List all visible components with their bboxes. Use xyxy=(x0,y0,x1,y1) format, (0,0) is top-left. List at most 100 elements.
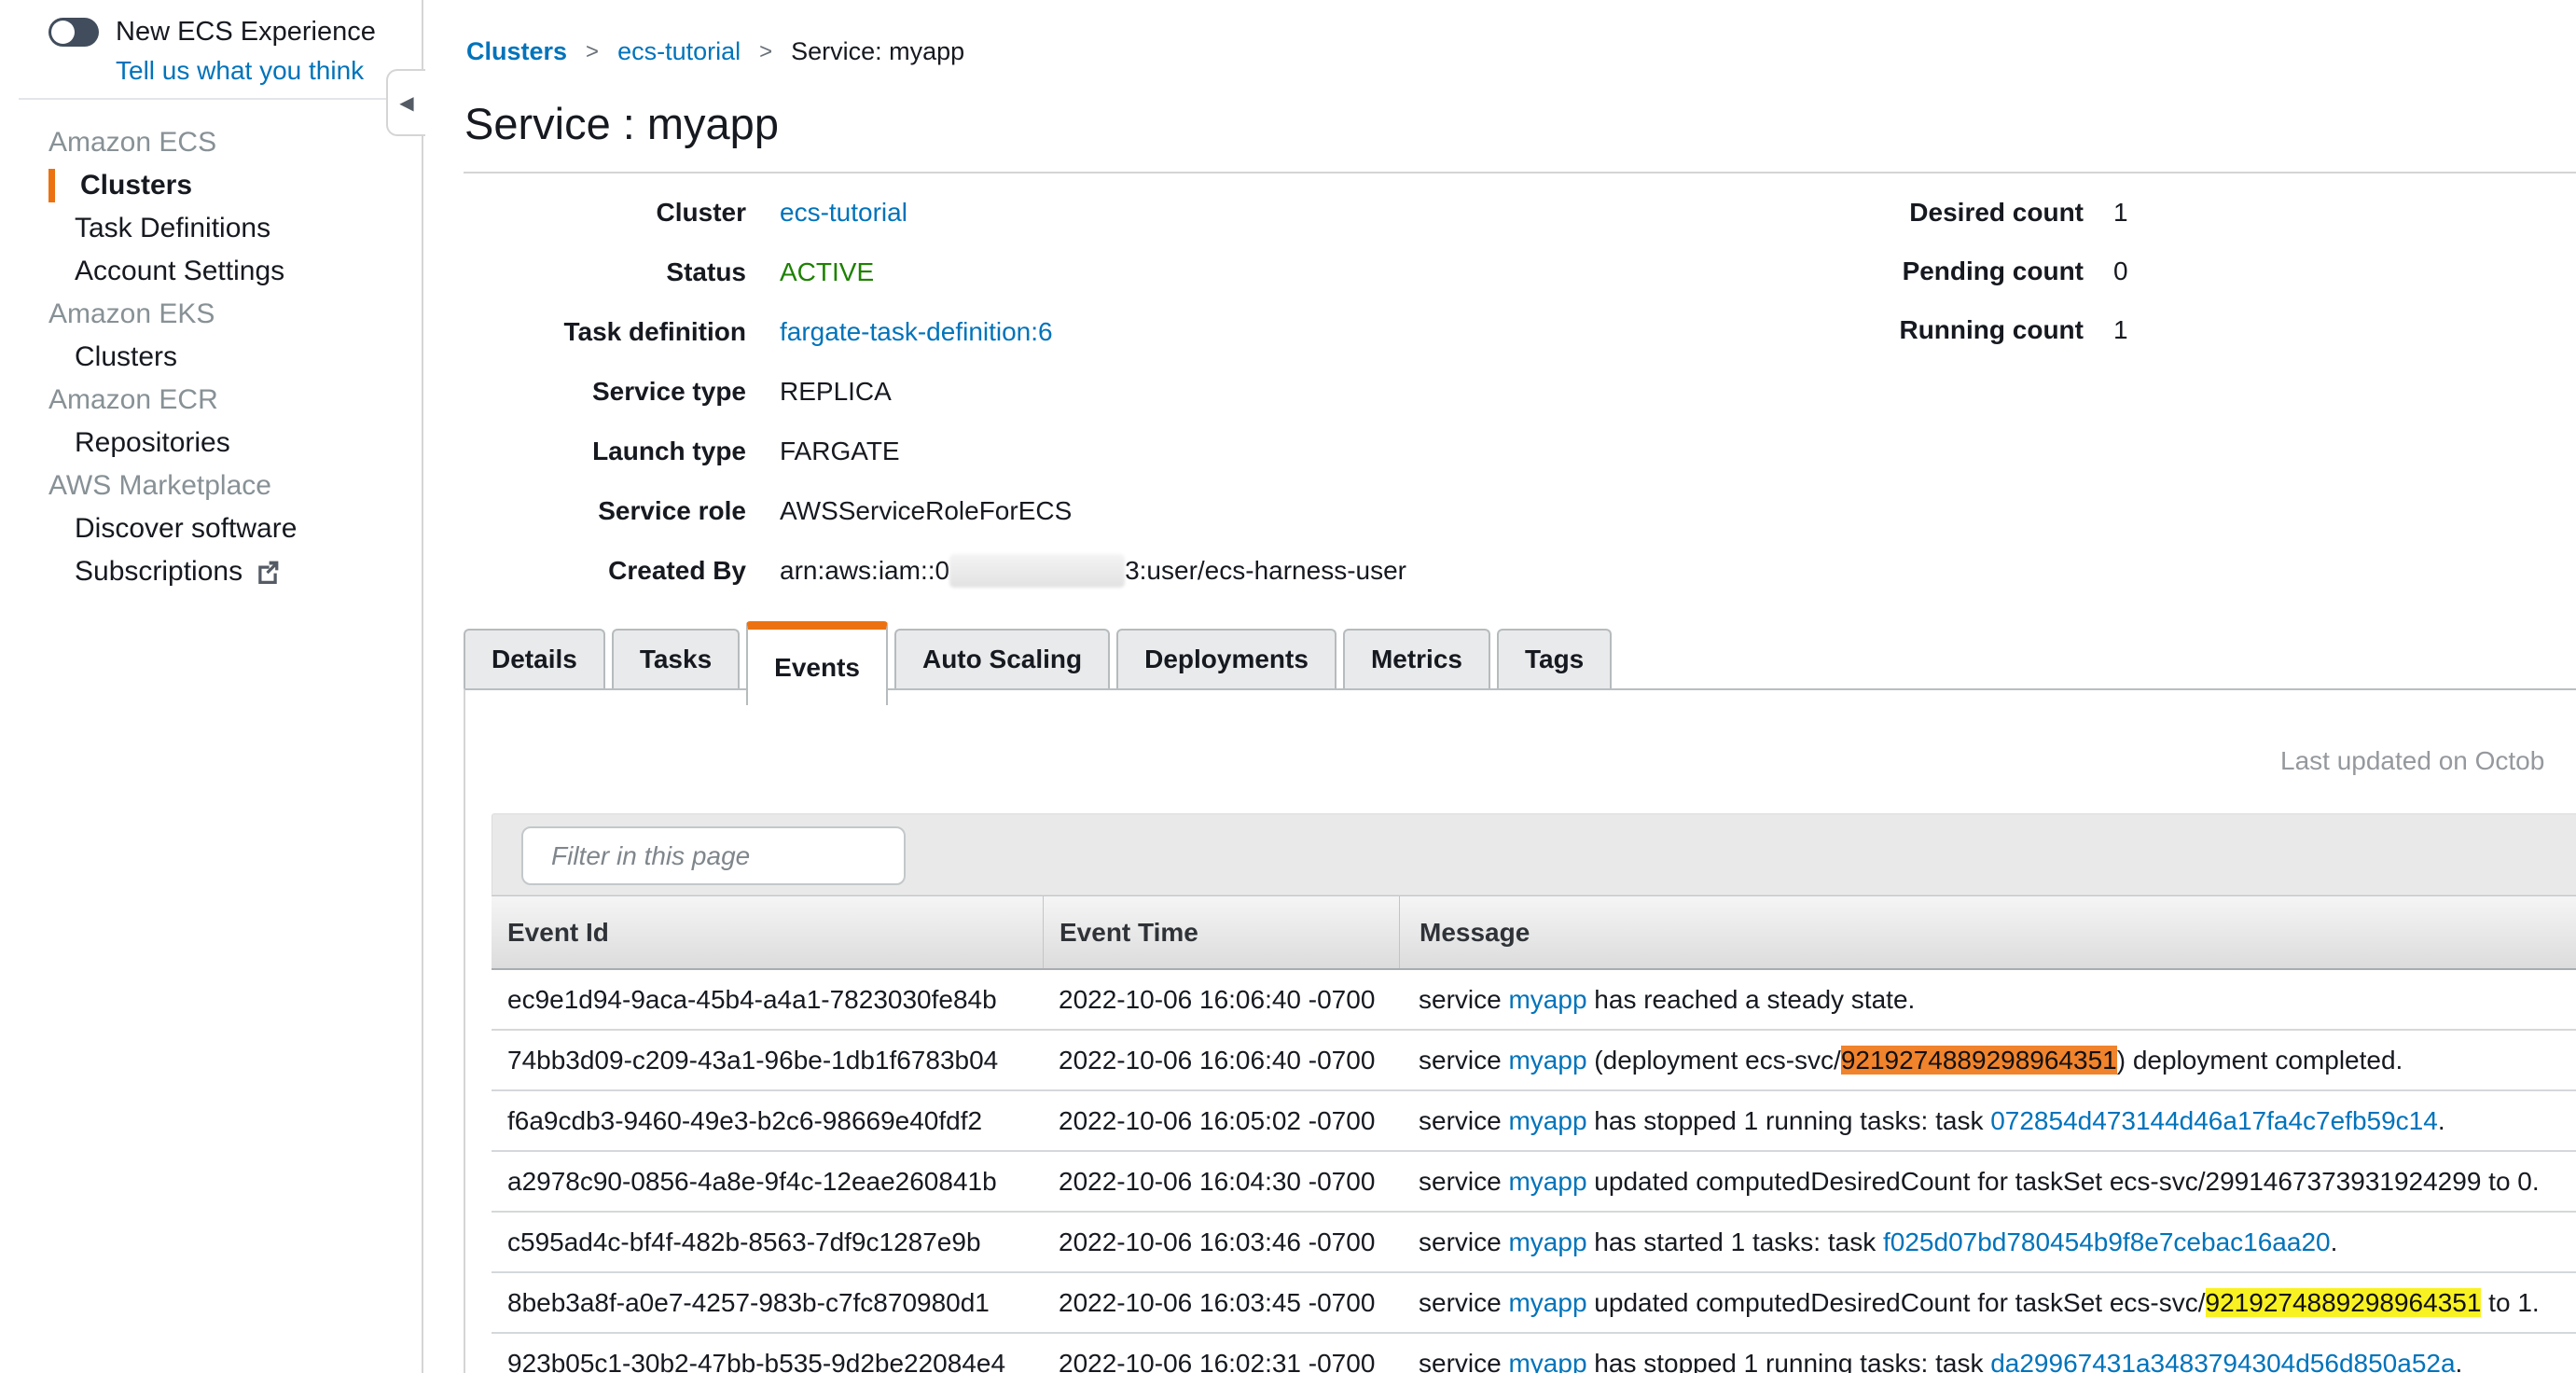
external-link-icon xyxy=(256,560,280,584)
event-table-row: a2978c90-0856-4a8e-9f4c-12eae260841b2022… xyxy=(492,1152,2576,1213)
events-table: Event Id Event Time Message ec9e1d94-9ac… xyxy=(492,895,2576,1373)
event-time-cell: 2022-10-06 16:05:02 -0700 xyxy=(1043,1106,1399,1136)
detail-label: Launch type xyxy=(425,437,746,466)
message-link[interactable]: f025d07bd780454b9f8e7cebac16aa20 xyxy=(1883,1227,2331,1256)
event-id-cell: 74bb3d09-c209-43a1-96be-1db1f6783b04 xyxy=(492,1046,1043,1075)
message-link[interactable]: myapp xyxy=(1508,1167,1586,1196)
sidebar-item-clusters[interactable]: Clusters xyxy=(0,164,422,207)
event-id-cell: f6a9cdb3-9460-49e3-b2c6-98669e40fdf2 xyxy=(492,1106,1043,1136)
event-time-cell: 2022-10-06 16:04:30 -0700 xyxy=(1043,1167,1399,1197)
sidebar-collapse-button[interactable]: ◀ xyxy=(386,69,425,136)
detail-value-status: ACTIVE xyxy=(780,257,874,287)
stat-label: Running count xyxy=(1809,315,2084,345)
detail-row: Task definition fargate-task-definition:6 xyxy=(425,302,1731,362)
sidebar-nav: Amazon ECSClustersTask DefinitionsAccoun… xyxy=(0,121,422,593)
sidebar-item-clusters[interactable]: Clusters xyxy=(0,336,422,379)
message-text: . xyxy=(2438,1106,2445,1135)
sidebar-item-repositories[interactable]: Repositories xyxy=(0,422,422,465)
detail-label: Task definition xyxy=(425,317,746,347)
event-time-cell: 2022-10-06 16:06:40 -0700 xyxy=(1043,985,1399,1015)
column-header-event-time[interactable]: Event Time xyxy=(1043,896,1399,968)
new-ecs-experience-toggle[interactable] xyxy=(48,18,99,47)
detail-value-task-definition[interactable]: fargate-task-definition:6 xyxy=(780,317,1053,347)
detail-value-launch-type: FARGATE xyxy=(780,437,900,466)
created-by-suffix: 3:user/ecs-harness-user xyxy=(1125,556,1406,585)
message-text: has reached a steady state. xyxy=(1587,985,1916,1014)
message-highlight: 9219274889298964351 xyxy=(2206,1288,2482,1317)
filter-panel xyxy=(492,813,2576,895)
sidebar-item-label: Task Definitions xyxy=(75,207,270,250)
message-text: has started 1 tasks: task xyxy=(1587,1227,1883,1256)
event-message-cell: service myapp has reached a steady state… xyxy=(1399,985,2576,1015)
event-table-row: 8beb3a8f-a0e7-4257-983b-c7fc870980d12022… xyxy=(492,1273,2576,1334)
created-by-prefix: arn:aws:iam::0 xyxy=(780,556,949,585)
filter-input[interactable] xyxy=(551,841,892,871)
detail-label: Cluster xyxy=(425,198,746,228)
event-table-row: 923b05c1-30b2-47bb-b535-9d2be22084e42022… xyxy=(492,1334,2576,1373)
detail-row: Cluster ecs-tutorial xyxy=(425,183,1731,243)
breadcrumb-link[interactable]: Clusters xyxy=(466,37,567,66)
sidebar-section-header: Amazon EKS xyxy=(0,293,422,336)
stat-label: Pending count xyxy=(1809,257,2084,286)
sidebar-item-label: Repositories xyxy=(75,422,230,465)
breadcrumb-separator-icon: > xyxy=(586,39,599,65)
message-text: ) deployment completed. xyxy=(2117,1046,2403,1075)
detail-row: Service typeREPLICA xyxy=(425,362,1731,422)
toggle-knob-icon xyxy=(51,21,75,44)
stat-row: Pending count0 xyxy=(1809,242,2462,300)
message-link[interactable]: myapp xyxy=(1508,1046,1586,1075)
message-text: . xyxy=(2331,1227,2338,1256)
message-text: (deployment ecs-svc/ xyxy=(1587,1046,1841,1075)
message-text: has stopped 1 running tasks: task xyxy=(1587,1106,1991,1135)
breadcrumb-link[interactable]: ecs-tutorial xyxy=(617,37,741,66)
detail-value-created-by: arn:aws:iam::0 3:user/ecs-harness-user xyxy=(780,554,1406,588)
message-link[interactable]: myapp xyxy=(1508,1227,1586,1256)
detail-label: Service type xyxy=(425,377,746,407)
message-text: service xyxy=(1419,1349,1508,1373)
events-tab-panel: Last updated on Octob Event Id Event Tim… xyxy=(464,688,2576,1373)
column-header-event-id[interactable]: Event Id xyxy=(492,896,1043,968)
message-link[interactable]: myapp xyxy=(1508,1349,1586,1373)
event-id-cell: 8beb3a8f-a0e7-4257-983b-c7fc870980d1 xyxy=(492,1288,1043,1318)
message-text: service xyxy=(1419,1167,1508,1196)
event-id-cell: 923b05c1-30b2-47bb-b535-9d2be22084e4 xyxy=(492,1349,1043,1373)
event-message-cell: service myapp updated computedDesiredCou… xyxy=(1399,1288,2576,1318)
service-counts: Desired count 1 Pending count0 Running coun… xyxy=(1809,183,2462,359)
message-link[interactable]: myapp xyxy=(1508,985,1586,1014)
message-text: service xyxy=(1419,985,1508,1014)
breadcrumb-separator-icon: > xyxy=(759,39,772,65)
event-message-cell: service myapp has stopped 1 running task… xyxy=(1399,1106,2576,1136)
sidebar-item-discover-software[interactable]: Discover software xyxy=(0,507,422,550)
stat-value: 1 xyxy=(2113,198,2128,228)
tab-auto-scaling[interactable]: Auto Scaling xyxy=(894,629,1110,688)
service-details: Clusterecs-tutorialStatusACTIVETask defi… xyxy=(425,183,1731,601)
message-text: to 1. xyxy=(2481,1288,2539,1317)
message-link[interactable]: da29967431a3483794304d56d850a52a xyxy=(1990,1349,2455,1373)
message-link[interactable]: myapp xyxy=(1508,1288,1586,1317)
tab-deployments[interactable]: Deployments xyxy=(1116,629,1336,688)
message-link[interactable]: 072854d473144d46a17fa4c7efb59c14 xyxy=(1990,1106,2438,1135)
sidebar-item-task-definitions[interactable]: Task Definitions xyxy=(0,207,422,250)
message-text: updated computedDesiredCount for taskSet… xyxy=(1587,1288,2206,1317)
detail-value-cluster[interactable]: ecs-tutorial xyxy=(780,198,907,228)
sidebar-item-subscriptions[interactable]: Subscriptions xyxy=(0,550,422,593)
tab-events[interactable]: Events xyxy=(746,621,888,705)
event-message-cell: service myapp has started 1 tasks: task … xyxy=(1399,1227,2576,1257)
tell-us-link[interactable]: Tell us what you think xyxy=(116,56,364,86)
sidebar-item-account-settings[interactable]: Account Settings xyxy=(0,250,422,293)
column-header-message[interactable]: Message xyxy=(1399,896,2576,968)
stat-label: Desired count xyxy=(1809,198,2084,228)
message-text: service xyxy=(1419,1106,1508,1135)
message-link[interactable]: myapp xyxy=(1508,1106,1586,1135)
tab-metrics[interactable]: Metrics xyxy=(1343,629,1490,688)
message-text: updated computedDesiredCount for taskSet… xyxy=(1587,1167,2540,1196)
event-time-cell: 2022-10-06 16:03:46 -0700 xyxy=(1043,1227,1399,1257)
message-text: service xyxy=(1419,1227,1508,1256)
tab-tasks[interactable]: Tasks xyxy=(612,629,740,688)
sidebar-item-label: Account Settings xyxy=(75,250,284,293)
tab-details[interactable]: Details xyxy=(464,629,605,688)
breadcrumb: Clusters>ecs-tutorial>Service: myapp xyxy=(466,37,964,66)
tab-tags[interactable]: Tags xyxy=(1497,629,1612,688)
main-content: Clusters>ecs-tutorial>Service: myapp Ser… xyxy=(425,0,2576,1373)
event-table-row: 74bb3d09-c209-43a1-96be-1db1f6783b042022… xyxy=(492,1031,2576,1091)
